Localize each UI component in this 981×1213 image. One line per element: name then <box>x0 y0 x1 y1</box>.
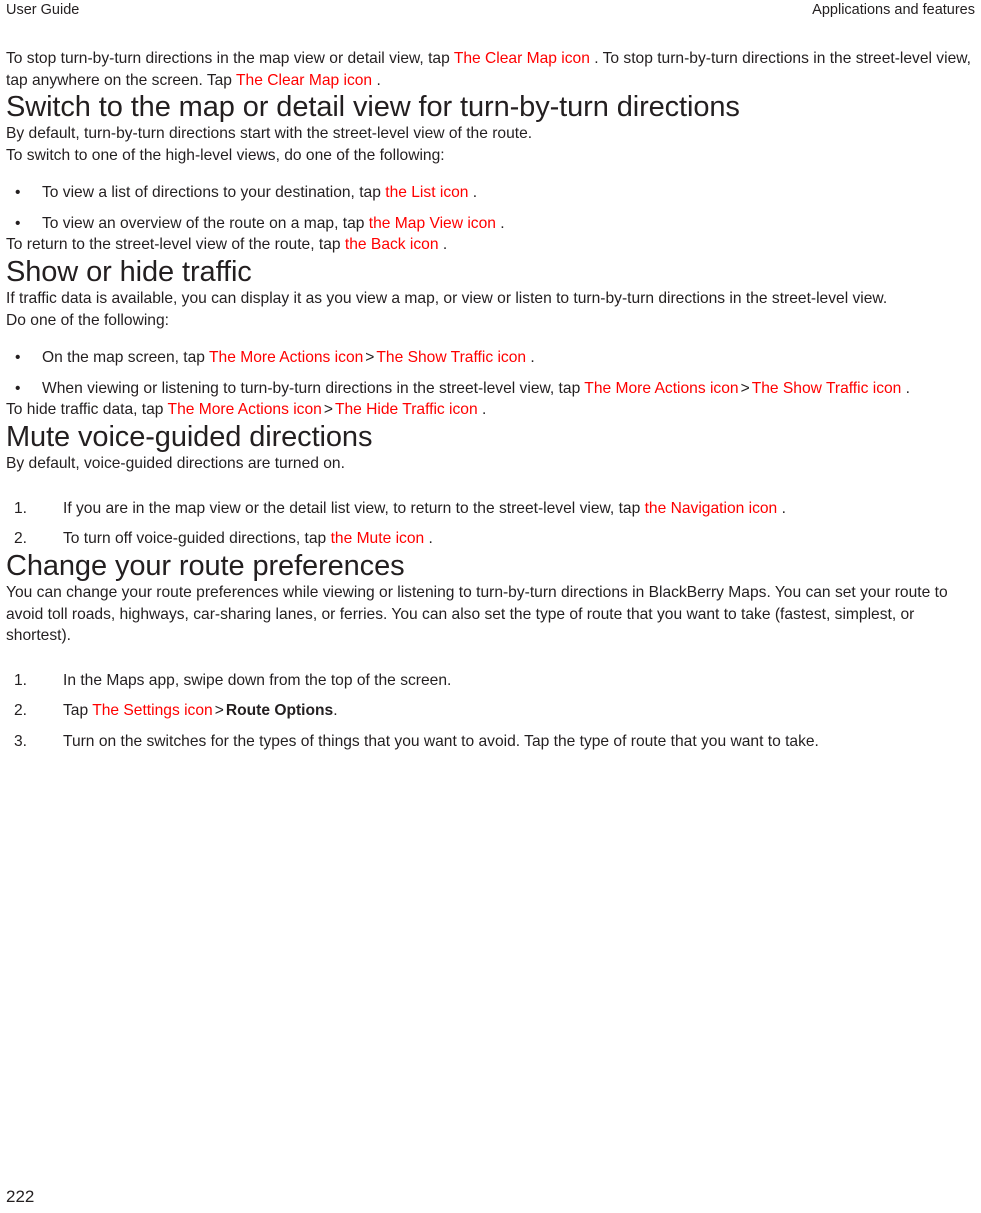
page-content: To stop turn-by-turn directions in the m… <box>6 48 975 752</box>
show-traffic-icon-reference-1[interactable]: The Show Traffic icon <box>376 349 526 366</box>
bullet-icon: • <box>15 349 21 367</box>
hide-traffic-icon-reference[interactable]: The Hide Traffic icon <box>335 401 478 418</box>
route-step-2-text-after: . <box>333 702 338 720</box>
bullet-2-text-after: . <box>495 214 505 232</box>
bullet-1-text-after: . <box>468 184 478 202</box>
show-traffic-icon-reference-2[interactable]: The Show Traffic icon <box>752 380 902 397</box>
map-view-icon-reference[interactable]: the Map View icon <box>369 215 496 232</box>
list-item: 2. To turn off voice-guided directions, t… <box>6 528 975 550</box>
list-item: • To view a list of directions to your de… <box>6 182 975 204</box>
chevron-right-separator: > <box>740 379 750 397</box>
running-header-left: User Guide <box>6 2 80 18</box>
navigation-icon-reference[interactable]: the Navigation icon <box>645 500 778 517</box>
traffic-bullet-1-text-before: On the map screen, tap <box>42 349 210 367</box>
bullet-icon: • <box>15 214 21 232</box>
list-item: • To view an overview of the route on a m… <box>6 213 975 235</box>
intro-paragraph: To stop turn-by-turn directions in the m… <box>6 48 975 91</box>
page-number: 222 <box>6 1187 35 1206</box>
route-step-1-text: In the Maps app, swipe down from the top… <box>63 671 452 689</box>
bullet-1-text-before: To view a list of directions to your des… <box>42 184 386 202</box>
section-3-lead: By default, voice-guided directions are … <box>6 455 345 473</box>
clear-map-icon-reference-1[interactable]: The Clear Map icon <box>454 50 590 67</box>
section-heading-route-preferences: Change your route preferences <box>6 549 405 582</box>
list-item: 1. If you are in the map view or the deta… <box>6 498 975 520</box>
bullet-icon: • <box>15 184 21 202</box>
section-heading-switch-view: Switch to the map or detail view for tur… <box>6 91 740 123</box>
list-item: • On the map screen, tap The More Actions… <box>6 347 975 369</box>
list-item: 1. In the Maps app, swipe down from the t… <box>6 670 975 692</box>
chevron-right-separator: > <box>214 702 224 720</box>
mute-step-2-text-after: . <box>424 530 433 548</box>
section-1-intro-line: To switch to one of the high-level views… <box>6 146 445 164</box>
section-heading-show-hide-traffic: Show or hide traffic <box>6 255 252 288</box>
intro-text-1: To stop turn-by-turn directions in the m… <box>6 50 454 67</box>
section-heading-mute-voice: Mute voice-guided directions <box>6 420 373 453</box>
route-options-menu-label[interactable]: Route Options <box>226 702 333 719</box>
section-2-lead: If traffic data is available, you can di… <box>6 290 888 308</box>
section-4-lead: You can change your route preferences wh… <box>6 584 948 645</box>
traffic-bullet-1-text-after: . <box>526 349 535 367</box>
mute-step-1-text-after: . <box>777 499 786 517</box>
more-actions-icon-reference-1[interactable]: The More Actions icon <box>209 349 363 366</box>
list-item: 2. Tap The Settings icon > Route Options. <box>6 700 975 722</box>
clear-map-icon-reference-2[interactable]: The Clear Map icon <box>236 72 372 89</box>
route-step-3-text: Turn on the switches for the types of th… <box>63 732 819 750</box>
section-2-intro-line: Do one of the following: <box>6 311 169 329</box>
section-2-bullet-list: • On the map screen, tap The More Actions… <box>6 347 975 399</box>
section-1-closing: To return to the street-level view of th… <box>6 234 975 256</box>
section-1-lead: By default, turn-by-turn directions star… <box>6 125 533 143</box>
list-item: 3. Turn on the switches for the types of … <box>6 731 975 753</box>
document-page: User Guide Applications and features To … <box>0 0 981 1213</box>
route-step-2-text-before: Tap <box>63 702 93 720</box>
chevron-right-separator: > <box>323 401 333 419</box>
mute-step-2-text-before: To turn off voice-guided directions, tap <box>63 530 331 548</box>
section-1-bullet-list: • To view a list of directions to your de… <box>6 182 975 234</box>
mute-icon-reference[interactable]: the Mute icon <box>331 530 425 547</box>
traffic-bullet-2-text-after: . <box>901 379 911 397</box>
section-1-closing-before: To return to the street-level view of th… <box>6 236 345 254</box>
intro-text-3: . <box>372 71 381 89</box>
bullet-2-text-before: To view an overview of the route on a ma… <box>42 214 369 232</box>
running-header: User Guide Applications and features <box>6 0 975 22</box>
back-icon-reference[interactable]: the Back icon <box>345 236 439 253</box>
section-2-closing-before: To hide traffic data, tap <box>6 401 168 419</box>
bullet-icon: • <box>15 379 21 397</box>
more-actions-icon-reference-2[interactable]: The More Actions icon <box>584 380 738 397</box>
step-number: 2. <box>14 702 28 720</box>
settings-icon-reference[interactable]: The Settings icon <box>92 702 213 719</box>
section-2-closing: To hide traffic data, tap The More Actio… <box>6 399 975 421</box>
step-number: 1. <box>14 671 28 689</box>
traffic-bullet-2-text-before: When viewing or listening to turn-by-tur… <box>42 379 585 397</box>
running-header-right: Applications and features <box>812 2 975 18</box>
list-icon-reference[interactable]: the List icon <box>385 184 468 201</box>
section-3-number-list: 1. If you are in the map view or the deta… <box>6 498 975 550</box>
chevron-right-separator: > <box>365 349 375 367</box>
more-actions-icon-reference-3[interactable]: The More Actions icon <box>168 401 322 418</box>
section-4-number-list: 1. In the Maps app, swipe down from the t… <box>6 670 975 753</box>
list-item: • When viewing or listening to turn-by-tu… <box>6 378 975 400</box>
step-number: 3. <box>14 732 28 750</box>
section-1-closing-after: . <box>438 236 448 254</box>
mute-step-1-text-before: If you are in the map view or the detail… <box>63 499 645 517</box>
section-2-closing-after: . <box>477 401 487 419</box>
step-number: 1. <box>14 499 28 517</box>
step-number: 2. <box>14 530 28 548</box>
